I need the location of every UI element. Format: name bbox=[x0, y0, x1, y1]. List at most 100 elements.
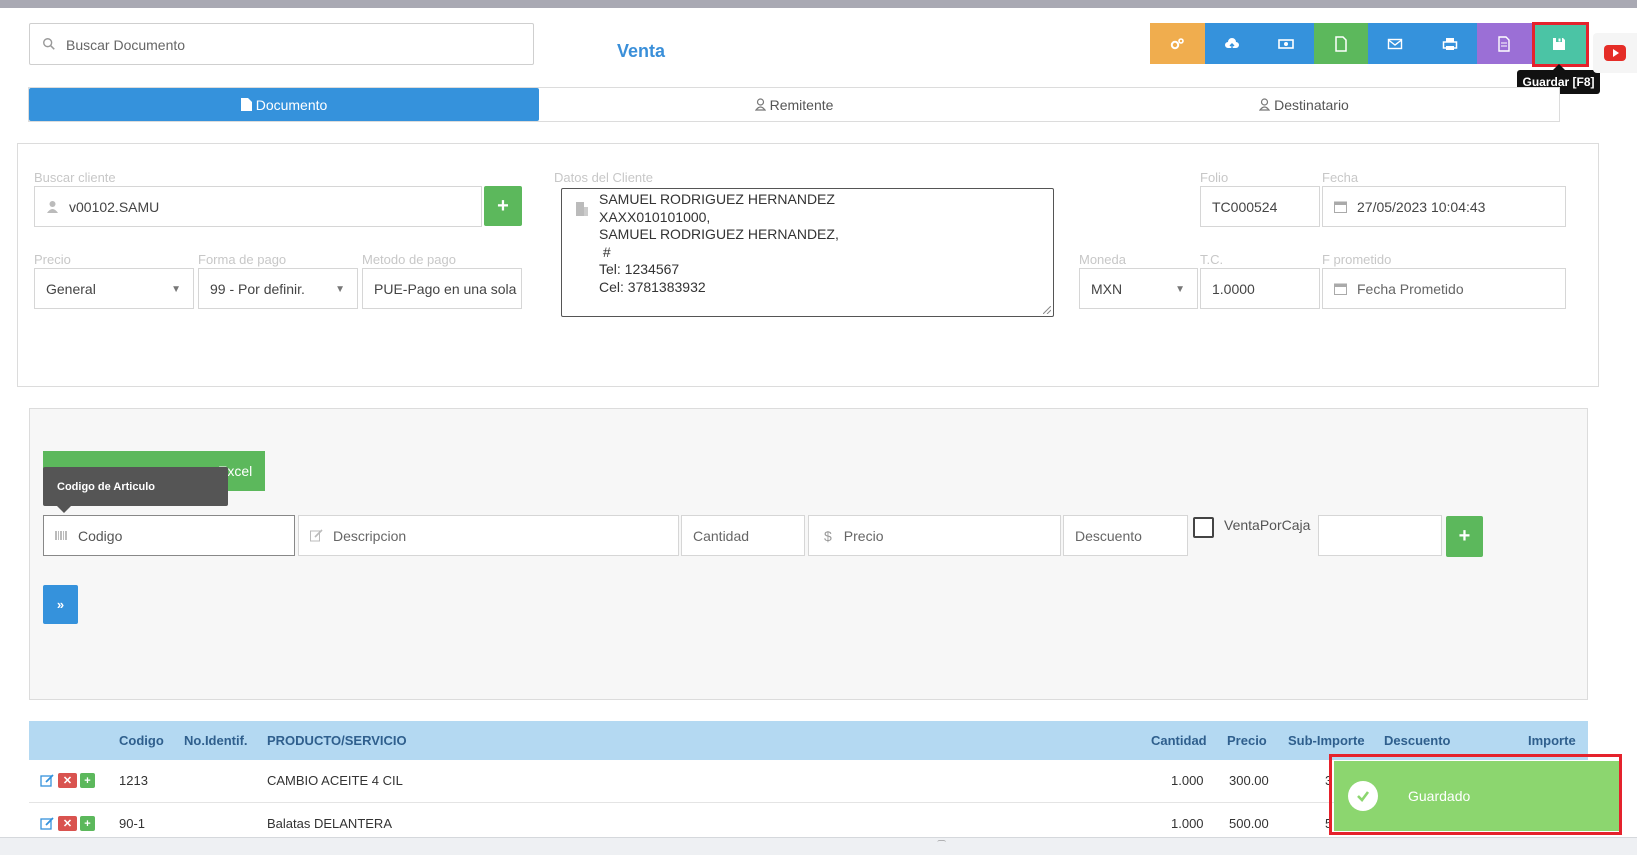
codigo-tooltip: Codigo de Articulo bbox=[43, 467, 228, 513]
buscar-cliente-label: Buscar cliente bbox=[34, 170, 116, 185]
print-icon bbox=[1442, 37, 1457, 50]
col-codigo: Codigo bbox=[119, 733, 164, 748]
next-step-button[interactable]: » bbox=[43, 585, 78, 624]
metodo-pago-select[interactable]: PUE-Pago en una sola bbox=[362, 268, 522, 309]
precio-label: Precio bbox=[34, 252, 71, 267]
document-icon bbox=[1498, 35, 1510, 52]
delete-icon[interactable]: ✕ bbox=[58, 773, 77, 788]
cell-codigo: 1213 bbox=[119, 773, 148, 788]
tc-label: T.C. bbox=[1200, 252, 1224, 267]
descripcion-placeholder: Descripcion bbox=[333, 527, 407, 544]
cell-producto: Balatas DELANTERA bbox=[267, 816, 392, 831]
scroll-indicator: ⁀ bbox=[938, 840, 946, 850]
metodo-pago-value: PUE-Pago en una sola bbox=[374, 280, 517, 297]
cell-producto: CAMBIO ACEITE 4 CIL bbox=[267, 773, 403, 788]
forma-pago-label: Forma de pago bbox=[198, 252, 287, 267]
edit-icon bbox=[310, 529, 323, 542]
cogs-icon bbox=[1171, 37, 1185, 49]
tc-field[interactable]: 1.0000 bbox=[1200, 268, 1320, 309]
add-item-button[interactable]: + bbox=[1446, 516, 1483, 557]
precio-placeholder: Precio bbox=[843, 527, 884, 544]
cell-cantidad: 1.000 bbox=[1171, 773, 1204, 788]
client-data-line: XAXX010101000, bbox=[599, 208, 711, 225]
youtube-help-button[interactable] bbox=[1593, 33, 1637, 73]
tab-documento[interactable]: Documento bbox=[29, 88, 539, 121]
print-button[interactable] bbox=[1422, 23, 1477, 64]
fprometido-placeholder: Fecha Prometido bbox=[1357, 280, 1464, 297]
caja-quantity-input[interactable] bbox=[1318, 515, 1442, 556]
cloud-upload-icon bbox=[1224, 37, 1239, 49]
fecha-label: Fecha bbox=[1322, 170, 1359, 185]
client-data-line: Cel: 3781383932 bbox=[599, 278, 706, 295]
col-descuento: Descuento bbox=[1384, 733, 1451, 748]
folio-field[interactable]: TC000524 bbox=[1200, 186, 1320, 227]
add-client-button[interactable]: + bbox=[484, 186, 522, 226]
precio-value: General bbox=[46, 280, 96, 297]
descripcion-input[interactable]: Descripcion bbox=[298, 515, 679, 556]
cell-precio: 300.00 bbox=[1229, 773, 1269, 788]
tab-label: Destinatario bbox=[1274, 96, 1349, 113]
venta-por-caja-label: VentaPorCaja bbox=[1224, 517, 1311, 533]
venta-por-caja-checkbox[interactable] bbox=[1193, 517, 1214, 538]
cantidad-input[interactable]: Cantidad bbox=[681, 515, 805, 556]
user-icon bbox=[1259, 98, 1271, 111]
fecha-value: 27/05/2023 10:04:43 bbox=[1357, 198, 1486, 215]
email-button[interactable] bbox=[1368, 23, 1423, 64]
row-actions: ✕ + bbox=[40, 773, 95, 788]
precio-select[interactable]: General ▼ bbox=[34, 268, 194, 309]
search-document-input[interactable]: Buscar Documento bbox=[29, 23, 534, 65]
edit-icon[interactable] bbox=[40, 816, 55, 831]
action-toolbar bbox=[1150, 23, 1586, 64]
settings-button[interactable] bbox=[1150, 23, 1205, 64]
folio-label: Folio bbox=[1200, 170, 1229, 185]
client-search-field[interactable]: v00102.SAMU bbox=[34, 186, 482, 227]
client-data-lines: SAMUEL RODRIGUEZ HERNANDEZ XAXX010101000,… bbox=[599, 191, 839, 296]
cantidad-placeholder: Cantidad bbox=[693, 527, 750, 544]
col-sub-importe: Sub-Importe bbox=[1288, 733, 1365, 748]
delete-icon[interactable]: ✕ bbox=[58, 816, 77, 831]
calendar-icon bbox=[1334, 283, 1347, 295]
dollar-icon: $ bbox=[824, 527, 832, 544]
search-icon bbox=[43, 38, 55, 50]
resize-grip-icon[interactable] bbox=[1043, 306, 1051, 314]
money-icon bbox=[1278, 38, 1295, 49]
bottom-scrollbar[interactable]: ⁀ bbox=[0, 837, 1637, 855]
document-button[interactable] bbox=[1477, 23, 1532, 64]
col-importe: Importe bbox=[1528, 733, 1576, 748]
plus-icon[interactable]: + bbox=[80, 816, 95, 831]
client-data-line: # bbox=[599, 243, 611, 260]
codigo-input[interactable]: Codigo bbox=[43, 515, 295, 556]
search-placeholder: Buscar Documento bbox=[66, 37, 186, 53]
moneda-value: MXN bbox=[1091, 280, 1123, 297]
plus-icon[interactable]: + bbox=[80, 773, 95, 788]
document-tabs: Documento Remitente Destinatario bbox=[28, 87, 1560, 122]
tab-destinatario[interactable]: Destinatario bbox=[1049, 88, 1559, 121]
moneda-select[interactable]: MXN ▼ bbox=[1079, 268, 1198, 309]
edit-icon[interactable] bbox=[40, 773, 55, 788]
fecha-prometido-field[interactable]: Fecha Prometido bbox=[1322, 268, 1566, 309]
new-file-button[interactable] bbox=[1313, 23, 1368, 64]
plus-icon: + bbox=[497, 194, 509, 217]
building-icon bbox=[576, 202, 588, 216]
chevron-down-icon: ▼ bbox=[335, 284, 345, 295]
file-icon bbox=[240, 98, 252, 111]
client-data-textarea[interactable]: SAMUEL RODRIGUEZ HERNANDEZ XAXX010101000,… bbox=[561, 188, 1054, 317]
youtube-icon bbox=[1604, 45, 1626, 61]
folio-value: TC000524 bbox=[1212, 198, 1278, 215]
col-precio: Precio bbox=[1227, 733, 1267, 748]
descuento-placeholder: Descuento bbox=[1075, 527, 1142, 544]
client-data-line: SAMUEL RODRIGUEZ HERNANDEZ bbox=[599, 191, 835, 207]
tab-remitente[interactable]: Remitente bbox=[539, 88, 1049, 121]
cloud-upload-button[interactable] bbox=[1204, 23, 1259, 64]
page-title: Venta bbox=[617, 41, 666, 61]
toast-highlight bbox=[1329, 754, 1622, 835]
cash-button[interactable] bbox=[1259, 23, 1314, 64]
save-button-highlight bbox=[1532, 22, 1589, 67]
chevron-down-icon: ▼ bbox=[171, 284, 181, 295]
descuento-input[interactable]: Descuento bbox=[1063, 515, 1188, 556]
fecha-field[interactable]: 27/05/2023 10:04:43 bbox=[1322, 186, 1566, 227]
moneda-label: Moneda bbox=[1079, 252, 1126, 267]
col-cantidad: Cantidad bbox=[1151, 733, 1207, 748]
forma-pago-select[interactable]: 99 - Por definir. ▼ bbox=[198, 268, 358, 309]
precio-input[interactable]: $ Precio bbox=[808, 515, 1061, 556]
